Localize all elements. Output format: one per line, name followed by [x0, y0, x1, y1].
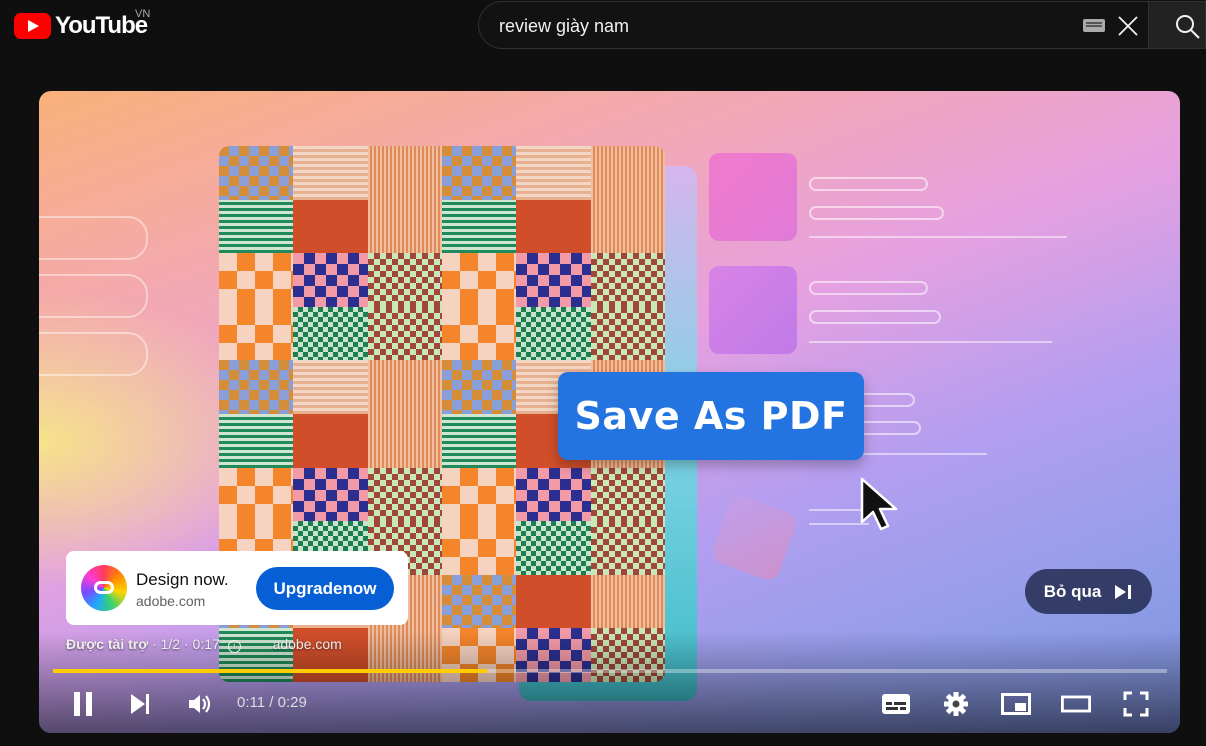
- mute-button[interactable]: [185, 689, 215, 719]
- decor-line: [809, 177, 928, 191]
- theater-mode-button[interactable]: [1061, 689, 1091, 719]
- next-button[interactable]: [125, 689, 155, 719]
- progress-bar[interactable]: [53, 669, 1167, 673]
- decor-line: [809, 206, 944, 220]
- ad-domain: adobe.com: [136, 593, 206, 609]
- mouse-cursor-icon: [860, 477, 898, 531]
- volume-icon: [189, 695, 211, 713]
- skip-label: Bỏ qua: [1043, 581, 1102, 601]
- decor-line: [809, 341, 1052, 343]
- miniplayer-button[interactable]: [1001, 689, 1031, 719]
- info-icon[interactable]: i: [227, 640, 241, 653]
- skip-next-icon: [1115, 584, 1132, 599]
- ad-remaining: 0:17: [192, 636, 220, 652]
- settings-button[interactable]: [941, 689, 971, 719]
- decor-square: [709, 153, 797, 241]
- time-display: 0:11 / 0:29: [237, 694, 307, 711]
- sponsored-label: Được tài trợ: [66, 636, 149, 652]
- decor-blob: [709, 493, 799, 583]
- fullscreen-button[interactable]: [1121, 689, 1151, 719]
- fullscreen-icon: [1123, 691, 1149, 717]
- settings-icon: [944, 692, 968, 716]
- skip-ad-button[interactable]: Bỏ qua: [1025, 569, 1152, 614]
- decor-line: [809, 281, 928, 295]
- progress-fill: [53, 669, 488, 673]
- clear-icon[interactable]: [1117, 15, 1139, 37]
- youtube-logo[interactable]: YouTube: [14, 12, 148, 40]
- ad-sponsor-info: Được tài trợ · 1/2 · 0:17 i adobe.com: [66, 636, 342, 653]
- pause-button[interactable]: [68, 689, 98, 719]
- upgrade-now-button[interactable]: Upgradenow: [256, 567, 394, 610]
- miniplayer-icon: [1001, 693, 1031, 715]
- video-player[interactable]: Save As PDF Design now. adobe.com Upgrad…: [39, 91, 1180, 733]
- theater-icon: [1061, 695, 1091, 713]
- keyboard-icon[interactable]: [1083, 19, 1105, 32]
- decor-line: [809, 236, 1067, 238]
- subtitles-icon: [882, 694, 910, 714]
- pause-icon: [74, 692, 92, 716]
- ad-title: Design now.: [136, 570, 229, 589]
- decor-pill: [39, 332, 148, 376]
- time-current: 0:11: [237, 694, 266, 711]
- youtube-logo-icon: [14, 13, 51, 39]
- decor-square: [709, 266, 797, 354]
- ad-footer-domain[interactable]: adobe.com: [273, 636, 342, 652]
- search-input[interactable]: review giày nam: [499, 16, 629, 37]
- country-code: VN: [135, 8, 151, 20]
- creative-cloud-icon: [81, 565, 127, 611]
- search-icon: [1176, 15, 1200, 39]
- decor-pill: [39, 274, 148, 318]
- time-separator: /: [265, 694, 278, 711]
- ad-position: 1/2: [160, 636, 181, 652]
- save-as-pdf-graphic: Save As PDF: [558, 372, 864, 460]
- time-total: 0:29: [277, 694, 307, 711]
- next-icon: [131, 694, 149, 714]
- decor-pill: [39, 216, 148, 260]
- decor-line: [809, 310, 941, 324]
- search-box[interactable]: review giày nam: [478, 1, 1148, 49]
- logo-text: YouTube: [55, 12, 148, 39]
- search-button[interactable]: [1148, 1, 1206, 49]
- ad-card[interactable]: Design now. adobe.com Upgradenow: [66, 551, 408, 625]
- subtitles-button[interactable]: [881, 689, 911, 719]
